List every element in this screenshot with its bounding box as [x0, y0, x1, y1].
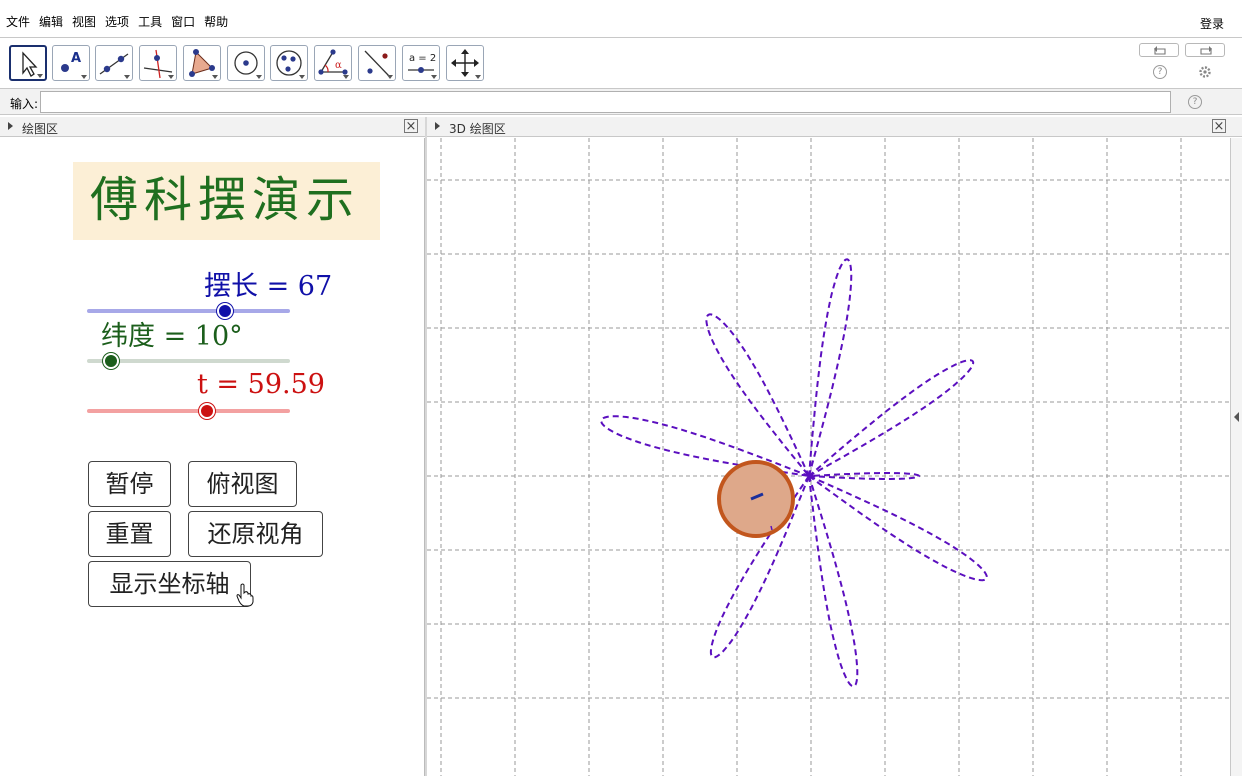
bob-sphere — [717, 460, 795, 538]
3d-view-header: 3D 绘图区 × — [427, 117, 1242, 137]
svg-text:α: α — [335, 60, 342, 71]
input-bar: 输入: ? — [0, 89, 1242, 115]
reflect-tool-button[interactable] — [358, 45, 396, 81]
move-view-tool-button[interactable] — [446, 45, 484, 81]
menu-tools[interactable]: 工具 — [138, 15, 162, 29]
demo-title-box: 傅科摆演示 — [73, 162, 380, 240]
polygon-tool-button[interactable] — [183, 45, 221, 81]
undo-icon — [1154, 46, 1166, 55]
perpendicular-tool-button[interactable] — [139, 45, 177, 81]
move-tool-button[interactable] — [9, 45, 47, 81]
point-tool-button[interactable]: A — [52, 45, 90, 81]
login-link[interactable]: 登录 — [1200, 15, 1224, 32]
close-graphics-view-icon[interactable]: × — [404, 119, 418, 134]
trace-loop — [808, 475, 859, 688]
3d-canvas[interactable] — [427, 138, 1230, 776]
trace-loop — [705, 313, 810, 477]
slider-tool-button[interactable]: a = 2 — [402, 45, 440, 81]
top-view-button[interactable]: 俯视图 — [188, 461, 297, 507]
svg-text:a = 2: a = 2 — [409, 53, 436, 64]
time-slider-label: t = 59.59 — [197, 369, 325, 400]
menu-help[interactable]: 帮助 — [204, 15, 228, 29]
length-slider-label: 摆长 = 67 — [204, 271, 333, 302]
undo-button[interactable] — [1139, 43, 1179, 57]
input-help-icon[interactable]: ? — [1188, 95, 1202, 109]
menu-view[interactable]: 视图 — [72, 15, 96, 29]
menu-window[interactable]: 窗口 — [171, 15, 195, 29]
pendulum-trace — [600, 258, 988, 688]
time-slider-knob[interactable] — [198, 403, 215, 419]
circle-tool-button[interactable] — [227, 45, 265, 81]
length-slider-knob[interactable] — [217, 303, 234, 319]
menu-bar: 文件 编辑 视图 选项 工具 窗口 帮助 登录 — [0, 0, 1242, 38]
menu-options[interactable]: 选项 — [105, 15, 129, 29]
menu-edit[interactable]: 编辑 — [39, 15, 63, 29]
demo-title: 傅科摆演示 — [90, 172, 361, 228]
latitude-slider-label: 纬度 = 10° — [101, 321, 243, 352]
pause-button[interactable]: 暂停 — [88, 461, 171, 507]
3d-graphics-view — [427, 138, 1230, 776]
menu-items: 文件 编辑 视图 选项 工具 窗口 帮助 — [6, 15, 228, 29]
close-3d-view-icon[interactable]: × — [1212, 119, 1226, 134]
pendulum-bob[interactable] — [717, 460, 795, 538]
expand-3d-arrow-icon[interactable] — [435, 122, 440, 130]
length-slider-track[interactable] — [87, 309, 290, 313]
reset-button[interactable]: 重置 — [88, 511, 171, 557]
restore-view-button[interactable]: 还原视角 — [188, 511, 323, 557]
redo-icon — [1200, 46, 1212, 55]
title-strip — [0, 0, 1242, 6]
line-tool-button[interactable] — [95, 45, 133, 81]
help-icon[interactable]: ? — [1153, 65, 1167, 79]
angle-tool-button[interactable]: α — [314, 45, 352, 81]
gear-icon[interactable] — [1198, 65, 1212, 79]
latitude-slider-knob[interactable] — [103, 353, 120, 369]
svg-text:A: A — [71, 51, 81, 66]
collapse-arrow-icon — [1234, 412, 1239, 422]
command-input[interactable] — [40, 91, 1171, 113]
menu-file[interactable]: 文件 — [6, 15, 30, 29]
graphics-view-title: 绘图区 — [22, 122, 59, 136]
redo-button[interactable] — [1185, 43, 1225, 57]
bob-string — [770, 525, 773, 531]
time-slider-track[interactable] — [87, 409, 290, 413]
geogebra-window: 文件 编辑 视图 选项 工具 窗口 帮助 登录 A α a = 2 ? 输入: … — [0, 0, 1242, 776]
3d-view-title: 3D 绘图区 — [449, 122, 506, 136]
toolbar: A α a = 2 ? — [0, 39, 1242, 89]
show-axes-button[interactable]: 显示坐标轴 — [88, 561, 251, 607]
input-label: 输入: — [10, 97, 39, 111]
side-panel-toggle[interactable] — [1230, 138, 1242, 776]
floor-grid — [427, 138, 1230, 776]
hand-cursor-icon — [236, 583, 254, 607]
graphics-view: 傅科摆演示 摆长 = 67 纬度 = 10° t = 59.59 暂停 俯视图 … — [0, 138, 425, 776]
conic-tool-button[interactable] — [270, 45, 308, 81]
trace-loop — [808, 258, 853, 477]
graphics-view-header: 绘图区 × — [0, 117, 425, 137]
expand-arrow-icon[interactable] — [8, 122, 13, 130]
